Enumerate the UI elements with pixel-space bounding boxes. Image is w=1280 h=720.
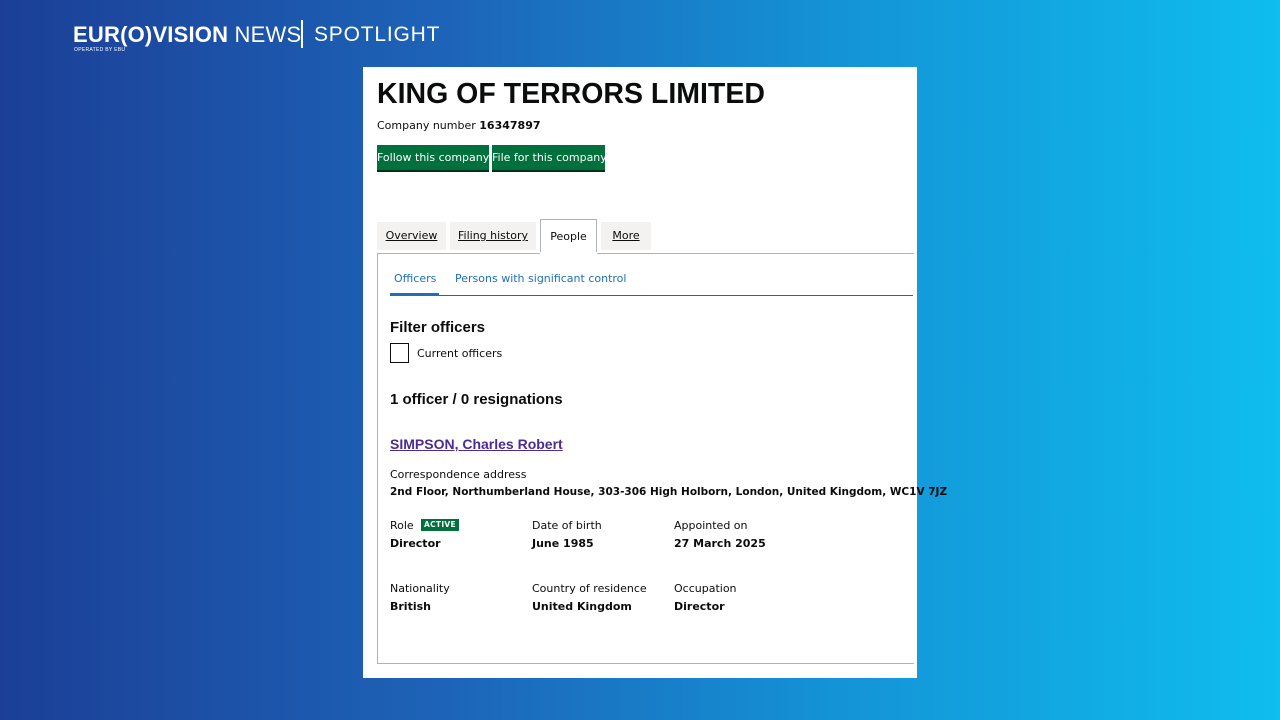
correspondence-address-value: 2nd Floor, Northumberland House, 303-306… xyxy=(390,486,948,498)
brand-divider xyxy=(301,20,303,48)
occupation-label: Occupation xyxy=(674,582,737,595)
company-name-heading: KING OF TERRORS LIMITED xyxy=(377,78,765,110)
brand-wordmark: EUR(O)VISION NEWS xyxy=(73,23,301,47)
date-of-birth-label: Date of birth xyxy=(532,519,602,532)
occupation-value: Director xyxy=(674,600,725,613)
filter-officers-heading: Filter officers xyxy=(390,319,486,336)
tab-more[interactable]: More xyxy=(601,222,651,250)
follow-company-button[interactable]: Follow this company xyxy=(377,145,489,170)
tab-overview[interactable]: Overview xyxy=(377,222,446,250)
subtab-active-indicator xyxy=(390,293,439,296)
file-for-company-button[interactable]: File for this company xyxy=(492,145,607,170)
brand-operated-by: OPERATED BY EBU xyxy=(74,47,126,53)
country-of-residence-value: United Kingdom xyxy=(532,600,632,613)
brand-euro-left: EUR xyxy=(73,22,121,47)
brand-euro-o: (O) xyxy=(120,22,153,47)
brand-spotlight: SPOTLIGHT xyxy=(314,23,441,46)
brand-news: NEWS xyxy=(234,22,302,47)
company-page-panel: KING OF TERRORS LIMITED Company number 1… xyxy=(363,67,947,678)
people-tab-content xyxy=(377,253,914,664)
company-number: Company number 16347897 xyxy=(377,119,541,132)
subtab-divider xyxy=(390,295,913,296)
role-value: Director xyxy=(390,537,441,550)
nationality-label: Nationality xyxy=(390,582,450,595)
status-badge: ACTIVE xyxy=(421,519,459,531)
country-of-residence-label: Country of residence xyxy=(532,582,647,595)
tab-filing-history[interactable]: Filing history xyxy=(450,222,536,250)
appointed-on-label: Appointed on xyxy=(674,519,748,532)
nationality-value: British xyxy=(390,600,431,613)
current-officers-label[interactable]: Current officers xyxy=(417,347,502,360)
active-tab-joiner xyxy=(540,252,597,254)
subtab-persons-with-significant-control[interactable]: Persons with significant control xyxy=(455,272,626,285)
company-number-label: Company number xyxy=(377,119,476,132)
brand-euro-right: VISION xyxy=(152,22,229,47)
role-label: Role xyxy=(390,519,414,532)
date-of-birth-value: June 1985 xyxy=(532,537,594,550)
company-number-value: 16347897 xyxy=(479,119,541,132)
correspondence-address-label: Correspondence address xyxy=(390,468,527,481)
current-officers-checkbox[interactable] xyxy=(390,343,409,363)
officers-summary: 1 officer / 0 resignations xyxy=(390,391,563,408)
officer-name-link[interactable]: SIMPSON, Charles Robert xyxy=(390,436,563,452)
appointed-on-value: 27 March 2025 xyxy=(674,537,766,550)
tab-people[interactable]: People xyxy=(540,219,597,253)
subtab-officers[interactable]: Officers xyxy=(394,272,436,285)
